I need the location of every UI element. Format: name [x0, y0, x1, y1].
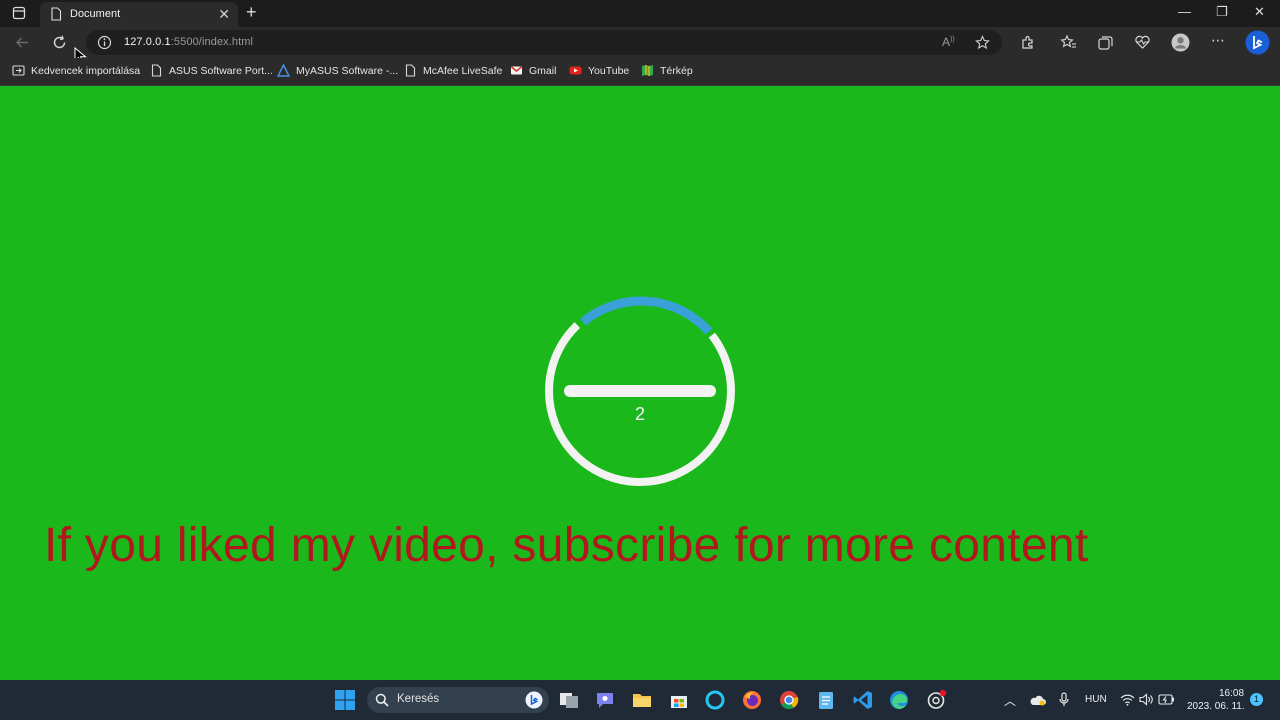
close-window-icon[interactable]: ✕: [1254, 4, 1265, 20]
volume-icon[interactable]: [1139, 693, 1153, 706]
chatgpt-app-icon[interactable]: [925, 689, 947, 711]
clock-time[interactable]: 16:08: [1219, 688, 1244, 699]
address-bar[interactable]: 127.0.0.1:5500/index.html A)): [86, 30, 1002, 55]
bookmark-label: Térkép: [660, 65, 693, 77]
taskbar-search[interactable]: Keresés: [367, 687, 549, 713]
new-tab-icon[interactable]: +: [246, 2, 257, 23]
windows-taskbar: Keresés ︿ HUN 16:08 2023. 06. 11. 1: [0, 680, 1280, 720]
wifi-icon[interactable]: [1120, 693, 1135, 706]
bookmark-gmail[interactable]: Gmail: [510, 64, 556, 79]
bookmark-youtube[interactable]: YouTube: [569, 64, 629, 79]
clock-date[interactable]: 2023. 06. 11.: [1187, 701, 1245, 712]
windows-start-icon[interactable]: [334, 689, 356, 711]
bookmark-label: MyASUS Software -...: [296, 65, 399, 77]
favorites-icon[interactable]: [1060, 34, 1077, 51]
bookmark-mcafee-livesafe[interactable]: McAfee LiveSafe: [404, 64, 502, 79]
teams-chat-icon[interactable]: [594, 689, 616, 711]
notification-badge[interactable]: 1: [1250, 693, 1263, 706]
collections-icon[interactable]: [1097, 34, 1114, 51]
tab-bar: Document ✕ + — ❐ ✕: [0, 0, 1280, 27]
search-icon: [375, 693, 389, 707]
tab-actions-icon[interactable]: [12, 6, 26, 20]
file-explorer-icon[interactable]: [631, 689, 653, 711]
tab-document[interactable]: Document ✕: [40, 2, 238, 27]
loader-clock-widget: [545, 292, 735, 486]
microsoft-store-icon[interactable]: [668, 689, 690, 711]
refresh-icon[interactable]: [51, 34, 68, 51]
bookmark-asus-software-portal[interactable]: ASUS Software Port...: [150, 64, 273, 79]
site-info-icon[interactable]: [97, 35, 112, 50]
chrome-icon[interactable]: [778, 689, 800, 711]
document-icon: [51, 7, 62, 21]
page-icon: [405, 64, 416, 77]
youtube-icon: [569, 66, 582, 75]
url-path: :5500/index.html: [170, 36, 254, 48]
task-view-icon[interactable]: [558, 689, 580, 711]
loader-progress-arc: [580, 296, 713, 335]
bookmark-label: Kedvencek importálása: [31, 65, 141, 77]
profile-avatar-icon[interactable]: [1171, 33, 1190, 52]
bookmarks-bar: Kedvencek importálása ASUS Software Port…: [0, 58, 1280, 86]
bing-copilot-icon[interactable]: [1245, 30, 1270, 55]
search-label: Keresés: [397, 693, 440, 705]
subscribe-message: If you liked my video, subscribe for mor…: [44, 519, 1089, 572]
bookmark-myasus-software[interactable]: MyASUS Software -...: [277, 64, 398, 79]
vscode-icon[interactable]: [852, 689, 874, 711]
gmail-icon: [511, 66, 522, 75]
firefox-icon[interactable]: [741, 689, 763, 711]
browser-toolbar: 127.0.0.1:5500/index.html A)) ⋯: [0, 27, 1280, 64]
maximize-icon[interactable]: ❐: [1216, 4, 1228, 20]
close-tab-icon[interactable]: ✕: [218, 6, 230, 23]
bookmark-label: ASUS Software Port...: [169, 65, 273, 77]
back-icon[interactable]: [14, 34, 31, 51]
minimize-icon[interactable]: —: [1178, 4, 1191, 19]
browser-essentials-icon[interactable]: [1134, 34, 1151, 51]
tab-title: Document: [70, 8, 121, 20]
microphone-icon[interactable]: [1058, 692, 1070, 708]
more-options-icon[interactable]: ⋯: [1211, 32, 1225, 49]
url-host: 127.0.0.1: [124, 36, 171, 48]
cortana-icon[interactable]: [704, 689, 726, 711]
notepad-icon[interactable]: [815, 689, 837, 711]
page-icon: [151, 64, 162, 77]
counter-number: 2: [634, 404, 645, 424]
battery-icon[interactable]: [1158, 694, 1175, 705]
input-language[interactable]: HUN: [1085, 694, 1107, 705]
bookmark-label: YouTube: [588, 65, 630, 77]
bookmark-maps[interactable]: Térkép: [641, 64, 693, 79]
favorite-star-icon[interactable]: [975, 35, 990, 50]
url-text: 127.0.0.1:5500/index.html: [124, 36, 253, 48]
read-aloud-icon[interactable]: A)): [942, 35, 955, 49]
page-viewport: 2 If you liked my video, subscribe for m…: [0, 86, 1280, 680]
onedrive-icon[interactable]: [1030, 693, 1046, 707]
bing-search-icon: [525, 691, 543, 709]
extensions-icon[interactable]: [1019, 34, 1036, 51]
myasus-icon: [277, 64, 290, 77]
bookmark-import-favorites[interactable]: Kedvencek importálása: [12, 64, 140, 79]
import-favorites-icon: [12, 65, 25, 76]
bookmark-label: McAfee LiveSafe: [423, 65, 503, 77]
bookmark-label: Gmail: [529, 65, 557, 77]
show-hidden-icons-icon[interactable]: ︿: [1004, 692, 1016, 709]
edge-icon[interactable]: [888, 689, 910, 711]
maps-icon: [642, 65, 653, 76]
